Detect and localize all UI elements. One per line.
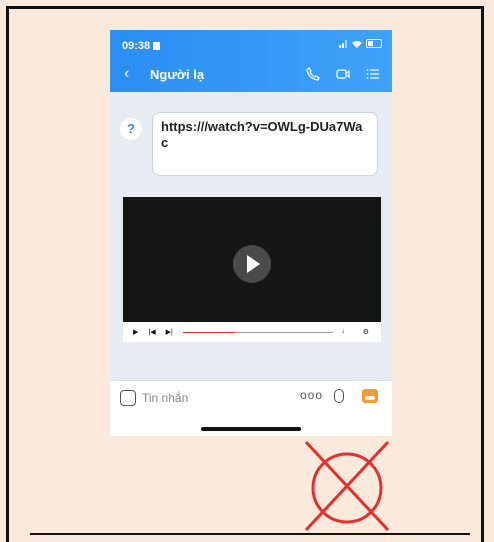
question-icon: ? — [120, 118, 142, 140]
play-icon[interactable] — [233, 245, 271, 283]
phone-call-icon[interactable] — [306, 67, 320, 81]
chat-header: ‹ Người lạ — [110, 58, 392, 92]
video-call-icon[interactable] — [336, 67, 350, 81]
message-input[interactable]: Tin nhắn — [142, 391, 188, 405]
battery-icon — [366, 39, 382, 48]
signal-icon — [339, 39, 348, 48]
more-options-icon[interactable]: ooo — [300, 388, 323, 402]
image-icon[interactable] — [362, 389, 378, 403]
phone-screen: 09:38 ‹ Người lạ ? https:///watch?v=OWLg… — [110, 30, 392, 436]
play-small-icon[interactable]: ▶ — [133, 328, 138, 336]
home-indicator-area — [110, 414, 392, 436]
wifi-icon — [352, 40, 362, 48]
progress-fill — [182, 331, 236, 333]
video-controls: ▶ |◀ ▶| ♩ ⚙ — [123, 322, 381, 342]
cross-circle-icon — [304, 440, 390, 532]
video-player[interactable]: ▶ |◀ ▶| ♩ ⚙ — [123, 197, 381, 342]
chevron-left-icon[interactable]: ‹ — [124, 65, 129, 83]
chat-title: Người lạ — [150, 67, 205, 82]
message-bubble[interactable]: https:///watch?v=OWLg-DUa7Wac — [152, 112, 378, 176]
volume-icon[interactable]: ♩ — [342, 328, 349, 336]
status-time: 09:38 — [122, 40, 161, 52]
status-bar: 09:38 — [110, 30, 392, 58]
home-indicator — [201, 427, 301, 431]
skip-forward-icon[interactable]: ▶| — [166, 328, 173, 336]
sticker-icon[interactable] — [120, 390, 136, 406]
settings-icon[interactable]: ⚙ — [363, 328, 369, 336]
menu-list-icon[interactable] — [366, 67, 380, 81]
skip-back-icon[interactable]: |◀ — [148, 328, 155, 336]
progress-track[interactable] — [182, 331, 333, 333]
microphone-icon[interactable] — [334, 389, 344, 403]
message-input-bar: Tin nhắn ooo — [110, 380, 392, 415]
status-system-icons — [339, 39, 382, 48]
divider-line — [30, 533, 470, 535]
